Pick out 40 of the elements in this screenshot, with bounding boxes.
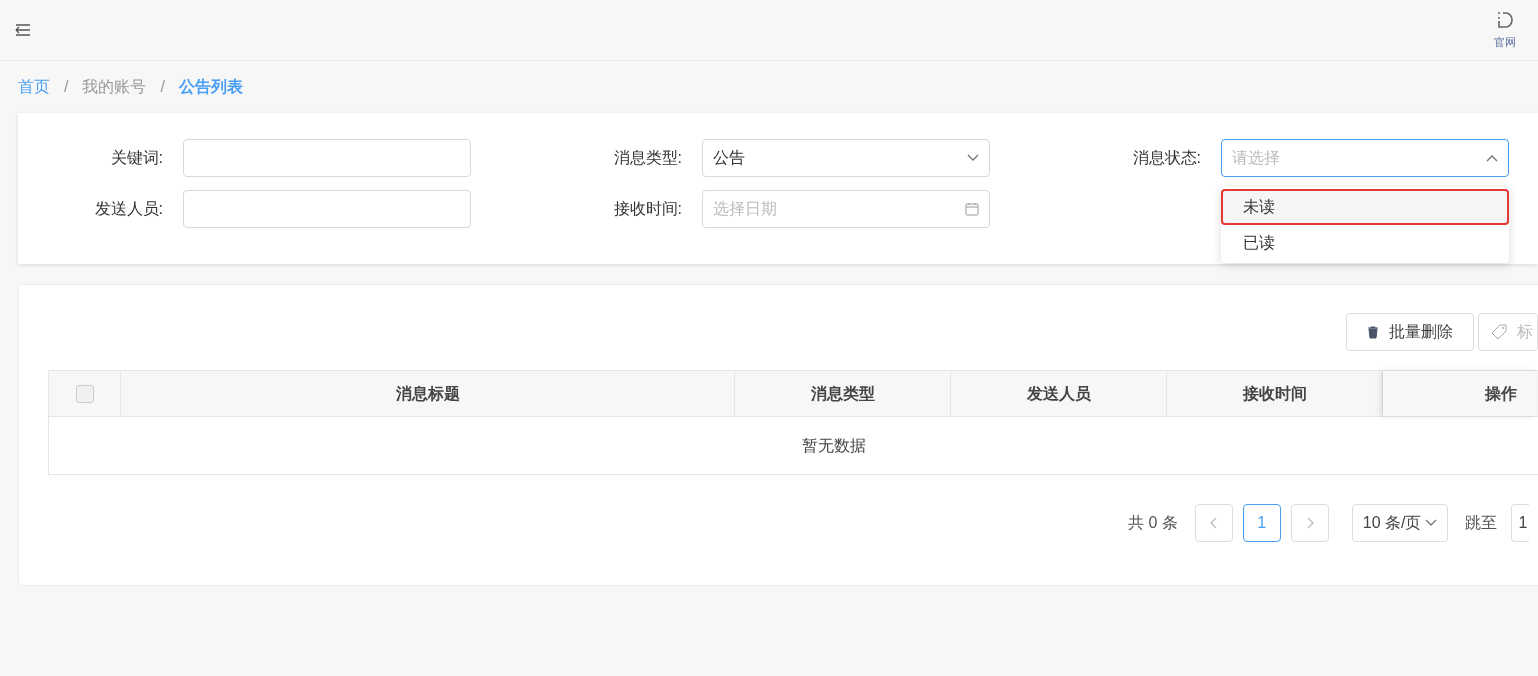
field-label: 关键词: — [109, 148, 164, 168]
field-label: 发送人员: — [93, 199, 164, 219]
page-button[interactable]: 1 — [1242, 504, 1281, 542]
next-page-button[interactable] — [1290, 504, 1329, 542]
website-link[interactable]: 官网 — [1494, 33, 1516, 51]
input-field[interactable] — [183, 139, 471, 177]
select-all-checkbox[interactable] — [75, 384, 94, 403]
field-label: 接收时间: — [612, 199, 683, 219]
breadcrumb-link[interactable]: 首页 — [18, 75, 50, 99]
chevron-down-icon — [967, 154, 979, 162]
jump-label: 跳至 — [1465, 513, 1498, 533]
logo-icon[interactable] — [1495, 9, 1515, 30]
jump-input[interactable]: 1 — [1511, 504, 1530, 542]
chevron-right-icon — [1305, 517, 1314, 529]
page-size-select[interactable]: 10 条/页 — [1351, 504, 1449, 542]
calendar-icon — [965, 202, 979, 216]
field-label: 消息状态: — [1131, 148, 1202, 168]
column-header: 操作 — [1383, 371, 1537, 416]
breadcrumb-separator: / — [160, 77, 165, 97]
breadcrumb-link[interactable]: 公告列表 — [178, 75, 243, 99]
field-label: 消息类型: — [612, 148, 683, 168]
column-header: 消息标题 — [121, 371, 735, 416]
column-header: 发送人员 — [951, 371, 1167, 416]
trash-icon — [1367, 325, 1379, 339]
dropdown-option[interactable]: 已读 — [1221, 225, 1509, 261]
column-header: 接收时间 — [1167, 371, 1383, 416]
tag-icon — [1491, 324, 1507, 340]
chevron-left-icon — [1209, 517, 1218, 529]
chevron-down-icon — [1425, 519, 1438, 527]
batch-delete-button[interactable]: 批量删除 — [1346, 313, 1474, 351]
total-count: 共 0 条 — [1128, 513, 1178, 533]
empty-message: 暂无数据 — [802, 435, 866, 456]
chevron-up-icon — [1486, 154, 1498, 162]
breadcrumb-link[interactable]: 我的账号 — [82, 75, 147, 99]
input-field[interactable] — [183, 190, 471, 228]
previous-page-button[interactable] — [1194, 504, 1233, 542]
select-field[interactable]: 公告 — [702, 139, 990, 177]
breadcrumb-separator: / — [64, 77, 69, 97]
column-header: 消息类型 — [735, 371, 951, 416]
dropdown-option[interactable]: 未读 — [1221, 189, 1509, 225]
